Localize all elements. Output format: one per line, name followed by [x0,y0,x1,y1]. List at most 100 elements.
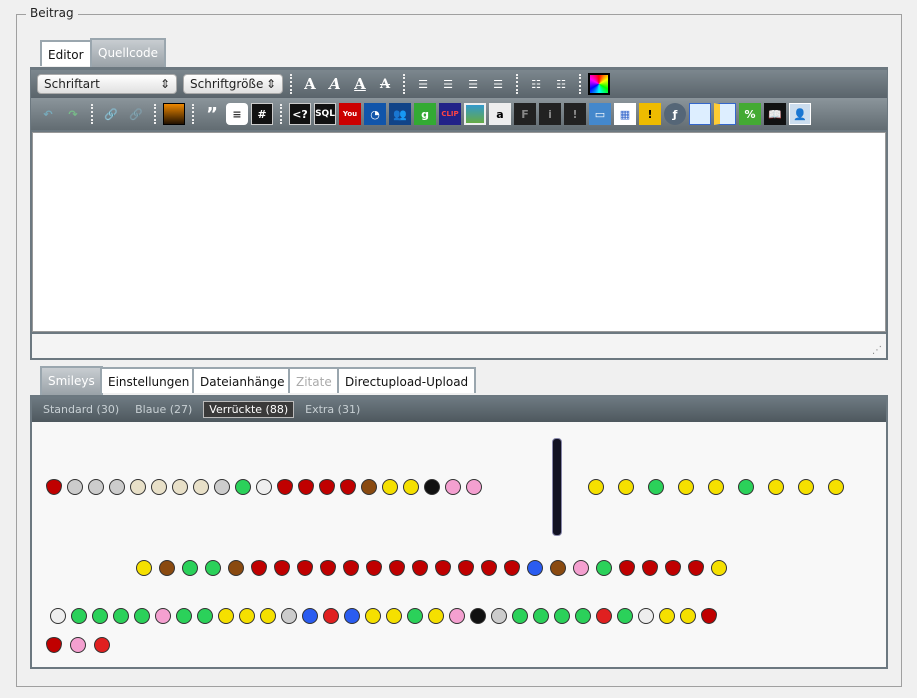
smiley-icon[interactable] [491,608,507,624]
smiley-icon[interactable] [466,479,482,495]
smiley-icon[interactable] [527,560,543,576]
picture-icon[interactable] [464,103,486,125]
smiley-icon[interactable] [403,479,419,495]
smiley-tall-bar[interactable] [552,438,562,536]
smiley-icon[interactable] [228,560,244,576]
smiley-icon[interactable] [680,608,696,624]
tab-source[interactable]: Quellcode [90,38,167,67]
font-select[interactable]: Schriftart ⇕ [37,74,177,94]
smiley-icon[interactable] [711,560,727,576]
smiley-icon[interactable] [46,479,62,495]
youtube-icon[interactable]: You [339,103,361,125]
smiley-icon[interactable] [71,608,87,624]
smiley-icon[interactable] [130,479,146,495]
smiley-icon[interactable] [274,560,290,576]
smiley-icon[interactable] [701,608,717,624]
smiley-icon[interactable] [481,560,497,576]
f-icon[interactable]: F [514,103,536,125]
category-crazy[interactable]: Verrückte (88) [203,401,295,418]
align-right-icon[interactable]: ☰ [462,73,484,95]
editor-textarea[interactable] [32,132,886,332]
smiley-icon[interactable] [340,479,356,495]
smiley-icon[interactable] [344,608,360,624]
smiley-icon[interactable] [617,608,633,624]
smiley-icon[interactable] [94,637,110,653]
smiley-icon[interactable] [648,479,664,495]
smiley-icon[interactable] [659,608,675,624]
smiley-icon[interactable] [88,479,104,495]
smiley-icon[interactable] [67,479,83,495]
numbered-list-icon[interactable]: ☷ [550,73,572,95]
smiley-icon[interactable] [251,560,267,576]
redo-icon[interactable]: ↷ [62,103,84,125]
smiley-icon[interactable] [642,560,658,576]
font-size-select[interactable]: Schriftgröße ⇕ [183,74,283,94]
sql-icon[interactable]: SQL [314,103,336,125]
smiley-icon[interactable] [665,560,681,576]
smiley-icon[interactable] [134,608,150,624]
smiley-icon[interactable] [298,479,314,495]
quote-icon[interactable]: ” [201,103,223,125]
smiley-icon[interactable] [136,560,152,576]
smiley-icon[interactable] [260,608,276,624]
justify-icon[interactable]: ☰ [487,73,509,95]
percent-icon[interactable]: % [739,103,761,125]
smiley-icon[interactable] [768,479,784,495]
tab-settings[interactable]: Einstellungen [100,367,198,393]
comment-icon[interactable]: ≡ [226,103,248,125]
amazon-icon[interactable]: a [489,103,511,125]
smiley-icon[interactable] [281,608,297,624]
smiley-icon[interactable] [323,608,339,624]
smiley-icon[interactable] [46,637,62,653]
category-standard[interactable]: Standard (30) [38,402,124,417]
smiley-icon[interactable] [738,479,754,495]
italic-icon[interactable]: A [324,73,346,95]
smiley-icon[interactable] [214,479,230,495]
hash-icon[interactable]: # [251,103,273,125]
smiley-icon[interactable] [366,560,382,576]
tab-editor[interactable]: Editor [40,40,92,66]
smiley-icon[interactable] [193,479,209,495]
smiley-icon[interactable] [596,608,612,624]
unlink-icon[interactable]: 🔗 [125,103,147,125]
smiley-icon[interactable] [365,608,381,624]
strikethrough-icon[interactable]: A [374,73,396,95]
category-blue[interactable]: Blaue (27) [130,402,197,417]
smiley-icon[interactable] [50,608,66,624]
smiley-icon[interactable] [688,560,704,576]
smiley-icon[interactable] [386,608,402,624]
smiley-icon[interactable] [596,560,612,576]
smiley-icon[interactable] [449,608,465,624]
smiley-icon[interactable] [618,479,634,495]
flash-icon[interactable]: ƒ [664,103,686,125]
link-icon[interactable]: 🔗 [100,103,122,125]
clipfish-icon[interactable]: CLIP [439,103,461,125]
smiley-icon[interactable] [172,479,188,495]
smiley-icon[interactable] [504,560,520,576]
smiley-icon[interactable] [389,560,405,576]
image-icon[interactable] [163,103,185,125]
smiley-icon[interactable] [412,560,428,576]
align-center-icon[interactable]: ☰ [437,73,459,95]
folder-icon[interactable]: ▭ [589,103,611,125]
bold-icon[interactable]: A [299,73,321,95]
php-icon[interactable]: <? [289,103,311,125]
smiley-icon[interactable] [458,560,474,576]
window-icon[interactable] [689,103,711,125]
smiley-icon[interactable] [361,479,377,495]
smiley-icon[interactable] [435,560,451,576]
smiley-icon[interactable] [533,608,549,624]
smiley-icon[interactable] [619,560,635,576]
smiley-icon[interactable] [70,637,86,653]
alert-icon[interactable]: ! [639,103,661,125]
smiley-icon[interactable] [382,479,398,495]
smiley-icon[interactable] [588,479,604,495]
smiley-icon[interactable] [159,560,175,576]
smiley-icon[interactable] [176,608,192,624]
smiley-icon[interactable] [320,560,336,576]
underline-icon[interactable]: A [349,73,371,95]
tab-smileys[interactable]: Smileys [40,366,103,395]
table-icon[interactable]: ▦ [614,103,636,125]
smiley-icon[interactable] [277,479,293,495]
smiley-icon[interactable] [445,479,461,495]
